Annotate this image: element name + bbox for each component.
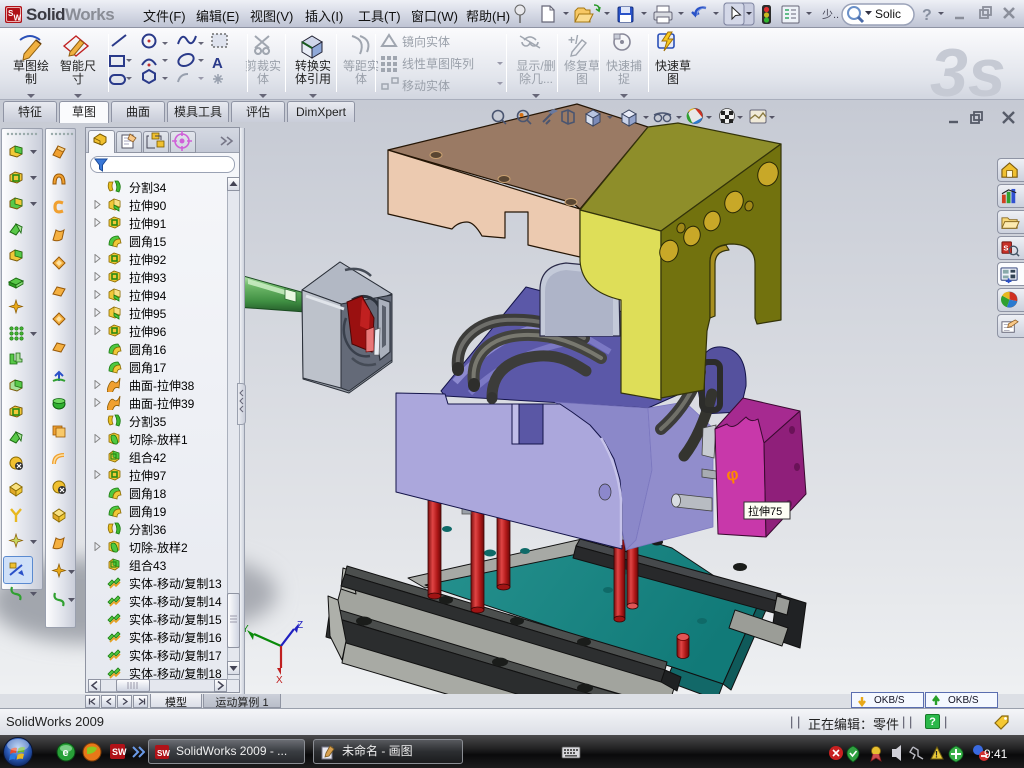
svg-text:Solic: Solic bbox=[875, 7, 901, 21]
svg-text:拉伸75: 拉伸75 bbox=[748, 504, 782, 518]
svg-text:3s: 3s bbox=[930, 35, 1006, 99]
svg-text:e: e bbox=[63, 747, 69, 759]
svg-text:?: ? bbox=[922, 7, 932, 24]
svg-text:SolidWorks: SolidWorks bbox=[26, 5, 114, 24]
svg-text:SW: SW bbox=[112, 747, 127, 757]
svg-text:Z: Z bbox=[297, 620, 303, 631]
svg-text:A: A bbox=[212, 55, 223, 72]
svg-text:W: W bbox=[14, 14, 22, 23]
svg-text:SW: SW bbox=[157, 749, 170, 758]
svg-text:!: ! bbox=[935, 750, 938, 760]
svg-text:S: S bbox=[1003, 243, 1008, 252]
svg-text:9:41: 9:41 bbox=[984, 747, 1008, 761]
svg-text:少..: 少.. bbox=[822, 8, 839, 21]
svg-text:X: X bbox=[276, 675, 283, 686]
